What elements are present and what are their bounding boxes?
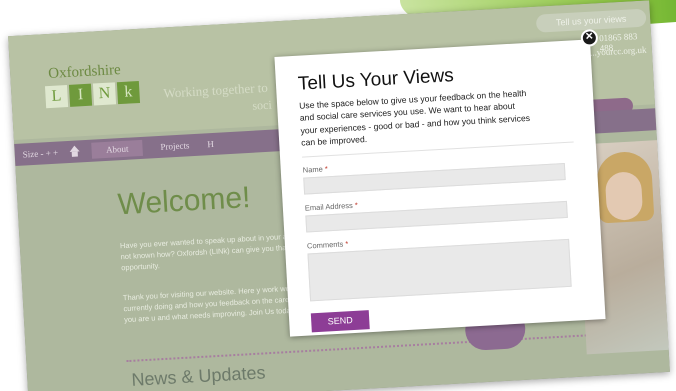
logo-letter: N — [92, 82, 117, 106]
nav-item-partial[interactable]: H — [207, 139, 214, 149]
comments-label-text: Comments — [306, 239, 344, 251]
text-size-control[interactable]: Size - + + — [22, 148, 58, 160]
welcome-heading: Welcome! — [116, 180, 252, 222]
nav-item-about[interactable]: About — [91, 139, 143, 159]
modal-intro-text: Use the space below to give us your feed… — [298, 88, 531, 148]
required-marker: * — [324, 163, 329, 174]
send-button[interactable]: SEND — [310, 309, 370, 333]
feedback-modal: ✕ Tell Us Your Views Use the space below… — [274, 28, 606, 337]
required-marker: * — [354, 200, 359, 210]
email-label-text: Email Address — [304, 200, 354, 213]
photo-face — [604, 171, 644, 222]
site-tagline-line2: soci — [251, 97, 273, 113]
logo-letter: L — [44, 85, 69, 109]
news-heading: News & Updates — [130, 362, 266, 390]
required-marker: * — [345, 238, 349, 248]
nav-item-projects[interactable]: Projects — [160, 140, 190, 152]
logo-letter: k — [116, 80, 141, 105]
logo-letter: I — [68, 83, 93, 107]
name-label-text: Name — [302, 164, 324, 175]
home-icon[interactable] — [68, 145, 83, 158]
